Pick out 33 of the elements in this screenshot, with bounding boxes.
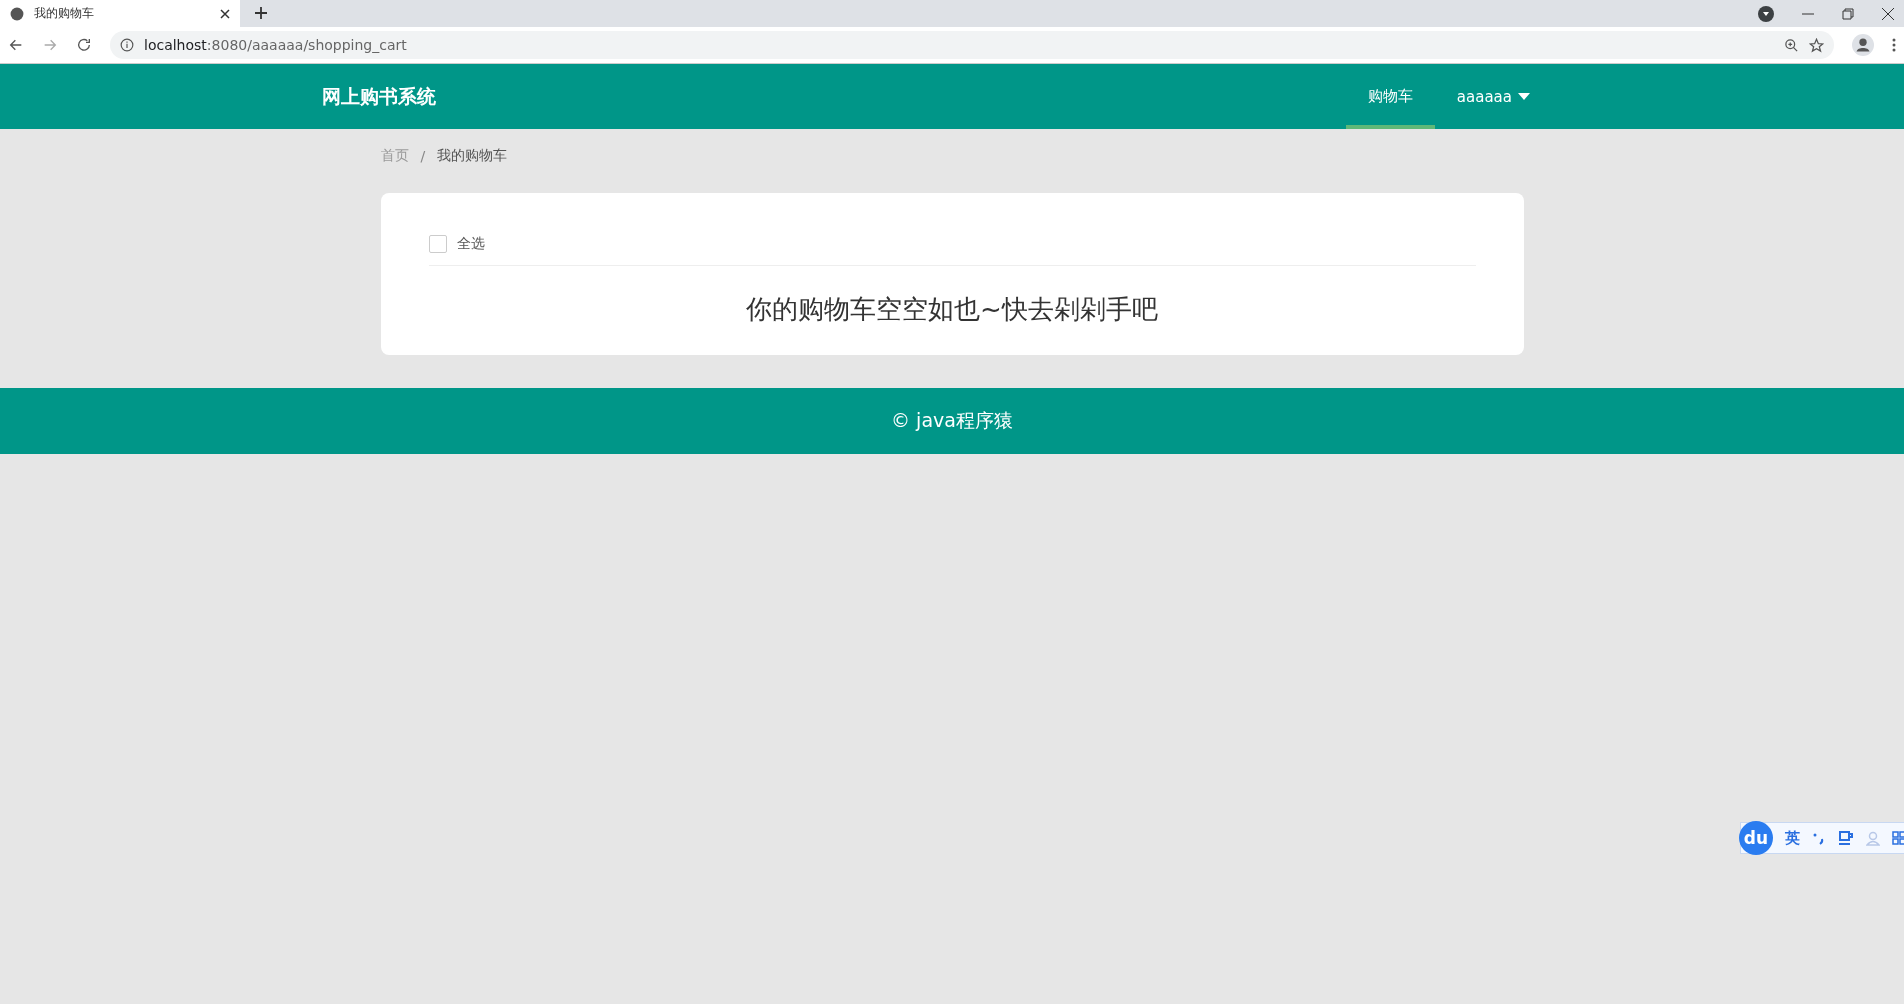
cup-icon[interactable]	[1838, 831, 1854, 845]
browser-tab[interactable]: 我的购物车	[0, 0, 240, 27]
select-all-label: 全选	[456, 235, 485, 253]
user-avatar-icon[interactable]	[1852, 34, 1874, 56]
site-title[interactable]: 网上购书系统	[322, 83, 436, 110]
back-arrow-icon[interactable]	[8, 37, 24, 53]
punctuation-icon[interactable]	[1812, 831, 1826, 845]
reload-icon[interactable]	[76, 37, 92, 53]
user-menu[interactable]: aaaaaa	[1434, 64, 1552, 129]
caret-icon	[1518, 93, 1530, 100]
close-icon[interactable]	[1882, 7, 1894, 20]
nav-link[interactable]: 购物车	[1345, 64, 1435, 129]
ime-mode-toggle[interactable]: 英	[1785, 828, 1800, 848]
zoom-in-icon[interactable]	[1784, 37, 1799, 53]
select-all-checkbox[interactable]	[428, 235, 447, 253]
close-icon[interactable]	[220, 8, 230, 19]
ime-logo[interactable]: du	[1739, 821, 1773, 855]
breadcrumb-separator: /	[420, 148, 426, 164]
copyright-text: © java程序猿	[891, 408, 1013, 433]
dropdown-icon[interactable]	[1758, 5, 1774, 22]
restore-icon[interactable]	[1842, 7, 1854, 20]
breadcrumb-link[interactable]: 首页	[380, 147, 409, 165]
url-text: localhost:8080/aaaaaa/shopping_cart	[144, 37, 407, 53]
grid-icon[interactable]	[1892, 831, 1904, 845]
more-icon[interactable]	[1892, 38, 1896, 52]
breadcrumb-link[interactable]: 我的购物车	[437, 147, 508, 165]
star-icon[interactable]	[1809, 37, 1824, 53]
address-field[interactable]: localhost:8080/aaaaaa/shopping_cart	[110, 31, 1834, 59]
minimize-icon[interactable]	[1802, 12, 1814, 15]
empty-cart-message: 你的购物车空空如也~快去剁剁手吧	[745, 293, 1159, 326]
info-icon[interactable]	[120, 38, 134, 52]
tab-title: 我的购物车	[34, 5, 95, 22]
plus-icon[interactable]	[254, 6, 268, 20]
